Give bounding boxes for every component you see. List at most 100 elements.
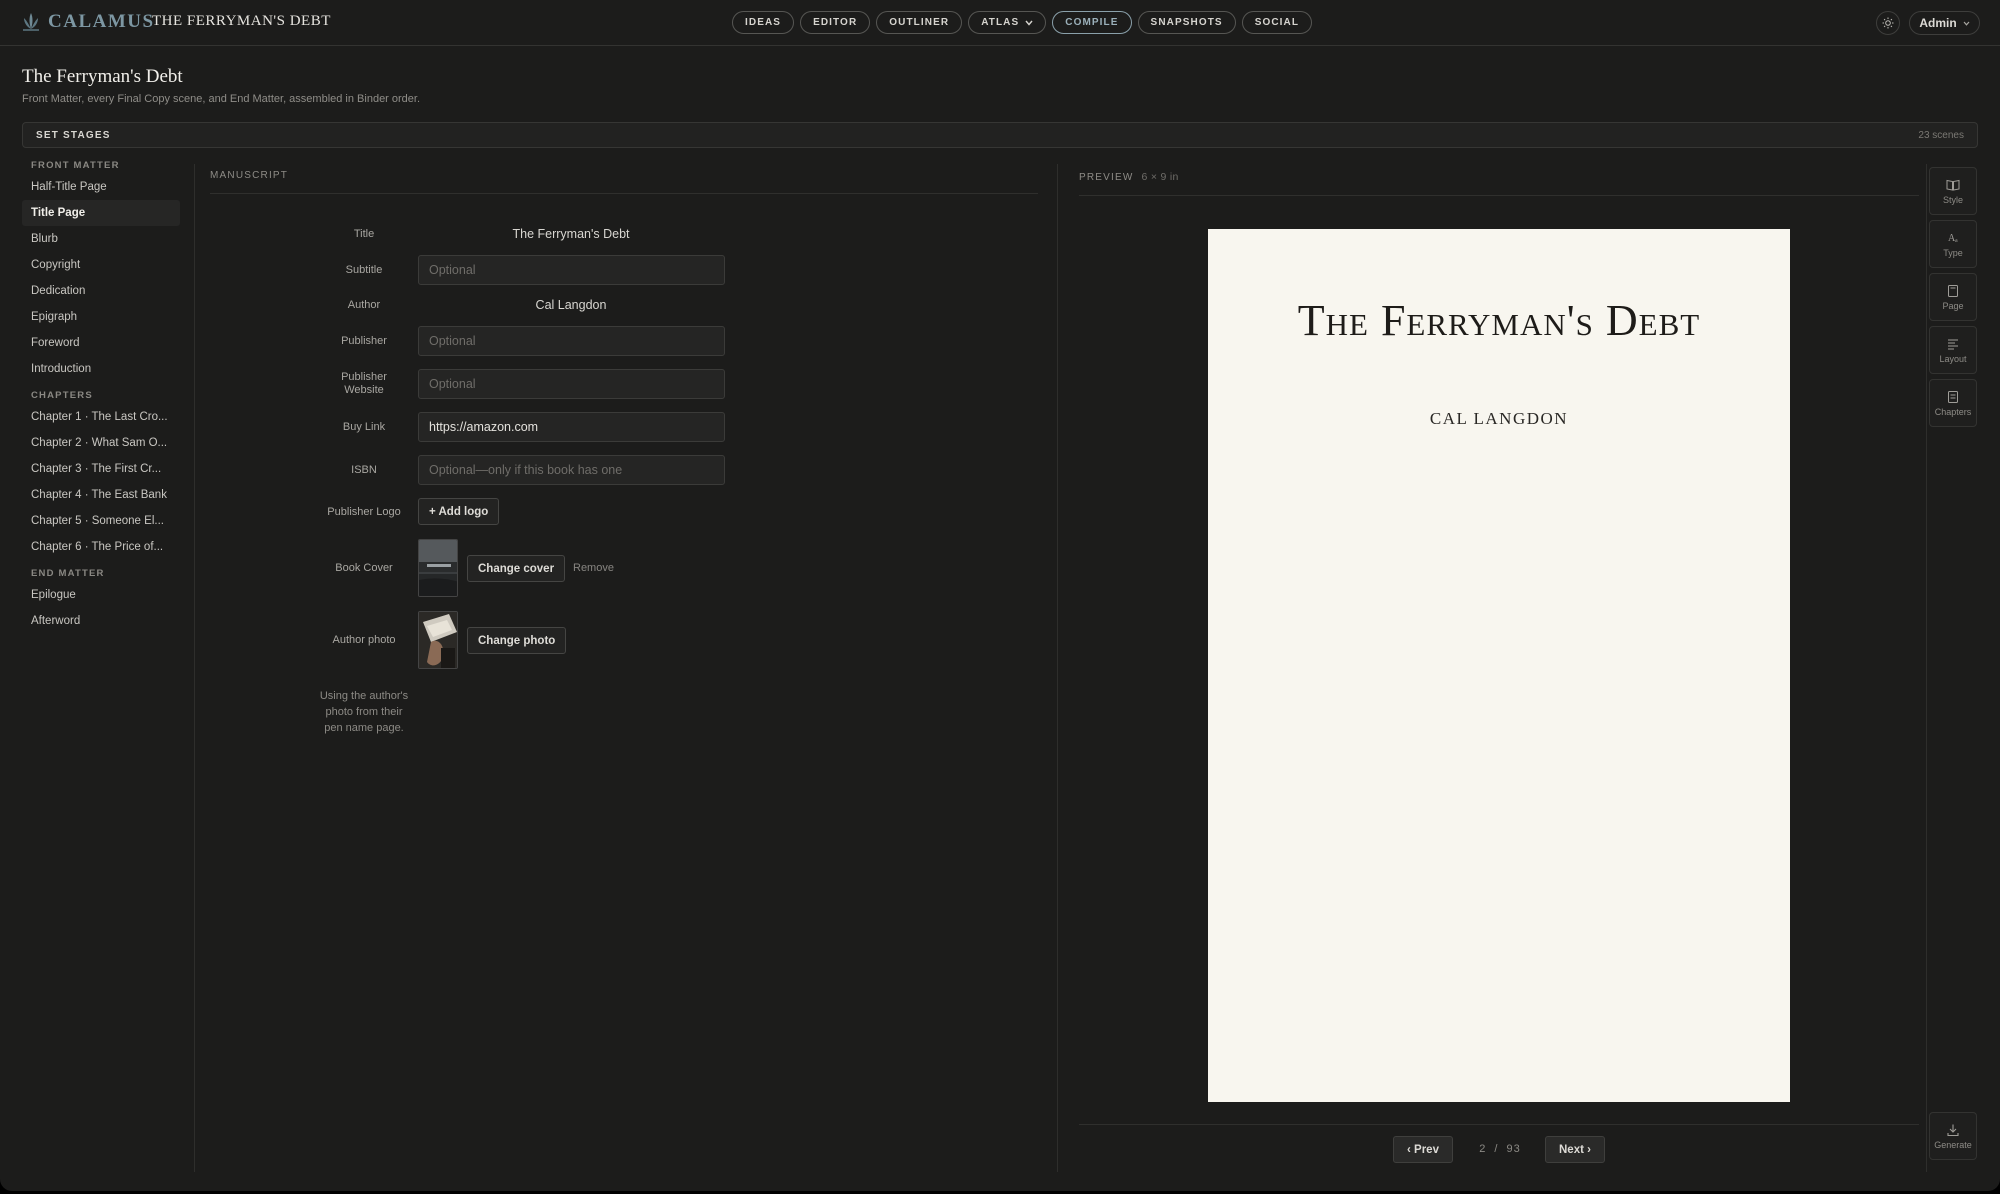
- generate-button[interactable]: Generate: [1929, 1112, 1977, 1160]
- buy-link-input[interactable]: [418, 412, 725, 442]
- preview-header: PREVIEW 6 × 9 in: [1079, 171, 1179, 183]
- chevron-down-icon: [1963, 21, 1970, 26]
- page-subtitle: Front Matter, every Final Copy scene, an…: [22, 93, 421, 105]
- page-separator: /: [1494, 1143, 1499, 1155]
- download-icon: [1947, 1124, 1959, 1136]
- preview-footer-rule: [1079, 1124, 1919, 1125]
- buy-link-label: Buy Link: [342, 421, 386, 433]
- tool-label: Style: [1942, 194, 1963, 205]
- author-value: Cal Langdon: [535, 298, 607, 312]
- nav-ideas[interactable]: IDEAS: [732, 11, 795, 34]
- binder-item[interactable]: Blurb: [22, 226, 180, 252]
- layout-tool-button[interactable]: Layout: [1929, 326, 1977, 374]
- binder-item[interactable]: Epilogue: [22, 582, 180, 608]
- nav-label: SOCIAL: [1254, 17, 1300, 28]
- add-logo-button[interactable]: + Add logo: [418, 498, 500, 525]
- current-page: 2: [1479, 1143, 1487, 1155]
- nav-atlas[interactable]: ATLAS: [968, 11, 1047, 34]
- chevron-down-icon: [1025, 20, 1033, 26]
- binder-item[interactable]: Copyright: [22, 252, 180, 278]
- subtitle-label: Subtitle: [345, 264, 383, 276]
- type-icon: Aa: [1948, 233, 1958, 244]
- page-title: The Ferryman's Debt: [22, 66, 183, 87]
- user-label: Admin: [1919, 16, 1957, 30]
- preview-rule: [1079, 195, 1919, 196]
- publisher-logo-label: Publisher Logo: [327, 506, 401, 518]
- isbn-input[interactable]: [418, 455, 725, 485]
- binder-item-chapter[interactable]: Chapter 1 · The Last Cro...: [22, 404, 180, 430]
- publisher-website-input[interactable]: [418, 369, 725, 399]
- total-pages: 93: [1506, 1143, 1521, 1155]
- subtitle-input[interactable]: [418, 255, 725, 285]
- nav-label: EDITOR: [813, 17, 858, 28]
- scene-count: 23 scenes: [1918, 130, 1964, 141]
- style-tool-button[interactable]: Style: [1929, 167, 1977, 215]
- page-counter: 2 / 93: [1468, 1143, 1532, 1155]
- layout-icon: [1948, 339, 1958, 349]
- manuscript-rule: [210, 193, 1038, 194]
- binder-item[interactable]: Dedication: [22, 278, 180, 304]
- title-label: Title: [353, 228, 375, 240]
- book-icon: [1946, 179, 1960, 191]
- nav-snapshots[interactable]: SNAPSHOTS: [1137, 11, 1236, 34]
- binder-item-chapter[interactable]: Chapter 2 · What Sam O...: [22, 430, 180, 456]
- publisher-label: Publisher: [341, 335, 387, 347]
- chapters-icon: [1948, 390, 1958, 403]
- nav-social[interactable]: SOCIAL: [1241, 11, 1313, 34]
- set-stages-bar[interactable]: SET STAGES 23 scenes: [22, 122, 1978, 148]
- trim-size: 6 × 9 in: [1141, 171, 1179, 183]
- isbn-label: ISBN: [351, 464, 377, 476]
- binder-item-chapter[interactable]: Chapter 5 · Someone El...: [22, 508, 180, 534]
- chapters-tool-button[interactable]: Chapters: [1929, 379, 1977, 427]
- change-cover-button[interactable]: Change cover: [467, 555, 566, 582]
- nav-compile[interactable]: COMPILE: [1052, 11, 1132, 34]
- binder-item-chapter[interactable]: Chapter 6 · The Price of...: [22, 534, 180, 560]
- prev-page-button[interactable]: ‹ Prev: [1393, 1136, 1453, 1163]
- binder-item[interactable]: Afterword: [22, 608, 180, 634]
- page-icon: [1948, 284, 1958, 297]
- tool-label: Type: [1943, 247, 1963, 258]
- nav-editor[interactable]: EDITOR: [800, 11, 871, 34]
- author-label: Author: [347, 299, 381, 311]
- binder-item-selected[interactable]: Title Page: [22, 200, 180, 226]
- page-tool-button[interactable]: Page: [1929, 273, 1977, 321]
- main-nav: IDEAS EDITOR OUTLINER ATLAS COMPILE SNAP…: [732, 11, 1313, 34]
- preview-label: PREVIEW: [1079, 172, 1134, 183]
- top-bar: CALAMUS THE FERRYMAN'S DEBT IDEAS EDITOR…: [0, 0, 2000, 46]
- theme-toggle-button[interactable]: [1876, 11, 1900, 35]
- change-photo-button[interactable]: Change photo: [467, 627, 567, 654]
- binder-divider: [194, 164, 195, 1172]
- sun-icon: [1882, 17, 1894, 29]
- next-page-button[interactable]: Next ›: [1545, 1136, 1605, 1163]
- preview-book-author: CAL LANGDON: [1429, 409, 1569, 428]
- quill-logo-icon[interactable]: [20, 11, 42, 33]
- author-photo-note: Using the author's photo from their pen …: [319, 690, 409, 734]
- binder-section-front-matter: FRONT MATTER: [31, 160, 120, 171]
- form-preview-divider: [1057, 164, 1058, 1172]
- brand-name[interactable]: CALAMUS: [48, 11, 155, 33]
- user-menu-button[interactable]: Admin: [1909, 11, 1980, 35]
- binder-item[interactable]: Epigraph: [22, 304, 180, 330]
- manuscript-header: MANUSCRIPT: [210, 170, 289, 181]
- book-cover-label: Book Cover: [335, 562, 393, 574]
- tool-label: Chapters: [1934, 406, 1972, 417]
- generate-label: Generate: [1934, 1139, 1972, 1150]
- binder-item[interactable]: Introduction: [22, 356, 180, 382]
- type-tool-button[interactable]: Aa Type: [1929, 220, 1977, 268]
- title-value: The Ferryman's Debt: [512, 227, 630, 241]
- nav-label: ATLAS: [981, 17, 1020, 28]
- binder-item[interactable]: Half-Title Page: [22, 174, 180, 200]
- tool-label: Page: [1942, 300, 1964, 311]
- nav-label: IDEAS: [745, 17, 782, 28]
- binder-sidebar: FRONT MATTER Half-Title Page Title Page …: [22, 158, 182, 634]
- publisher-website-label: Publisher Website: [341, 371, 387, 396]
- binder-item[interactable]: Foreword: [22, 330, 180, 356]
- binder-item-chapter[interactable]: Chapter 4 · The East Bank: [22, 482, 180, 508]
- nav-outliner[interactable]: OUTLINER: [876, 11, 963, 34]
- author-photo-label: Author photo: [332, 634, 396, 646]
- author-photo-thumbnail: [418, 611, 458, 669]
- publisher-input[interactable]: [418, 326, 725, 356]
- binder-section-end-matter: END MATTER: [31, 568, 105, 579]
- remove-cover-link[interactable]: Remove: [573, 562, 614, 574]
- binder-item-chapter[interactable]: Chapter 3 · The First Cr...: [22, 456, 180, 482]
